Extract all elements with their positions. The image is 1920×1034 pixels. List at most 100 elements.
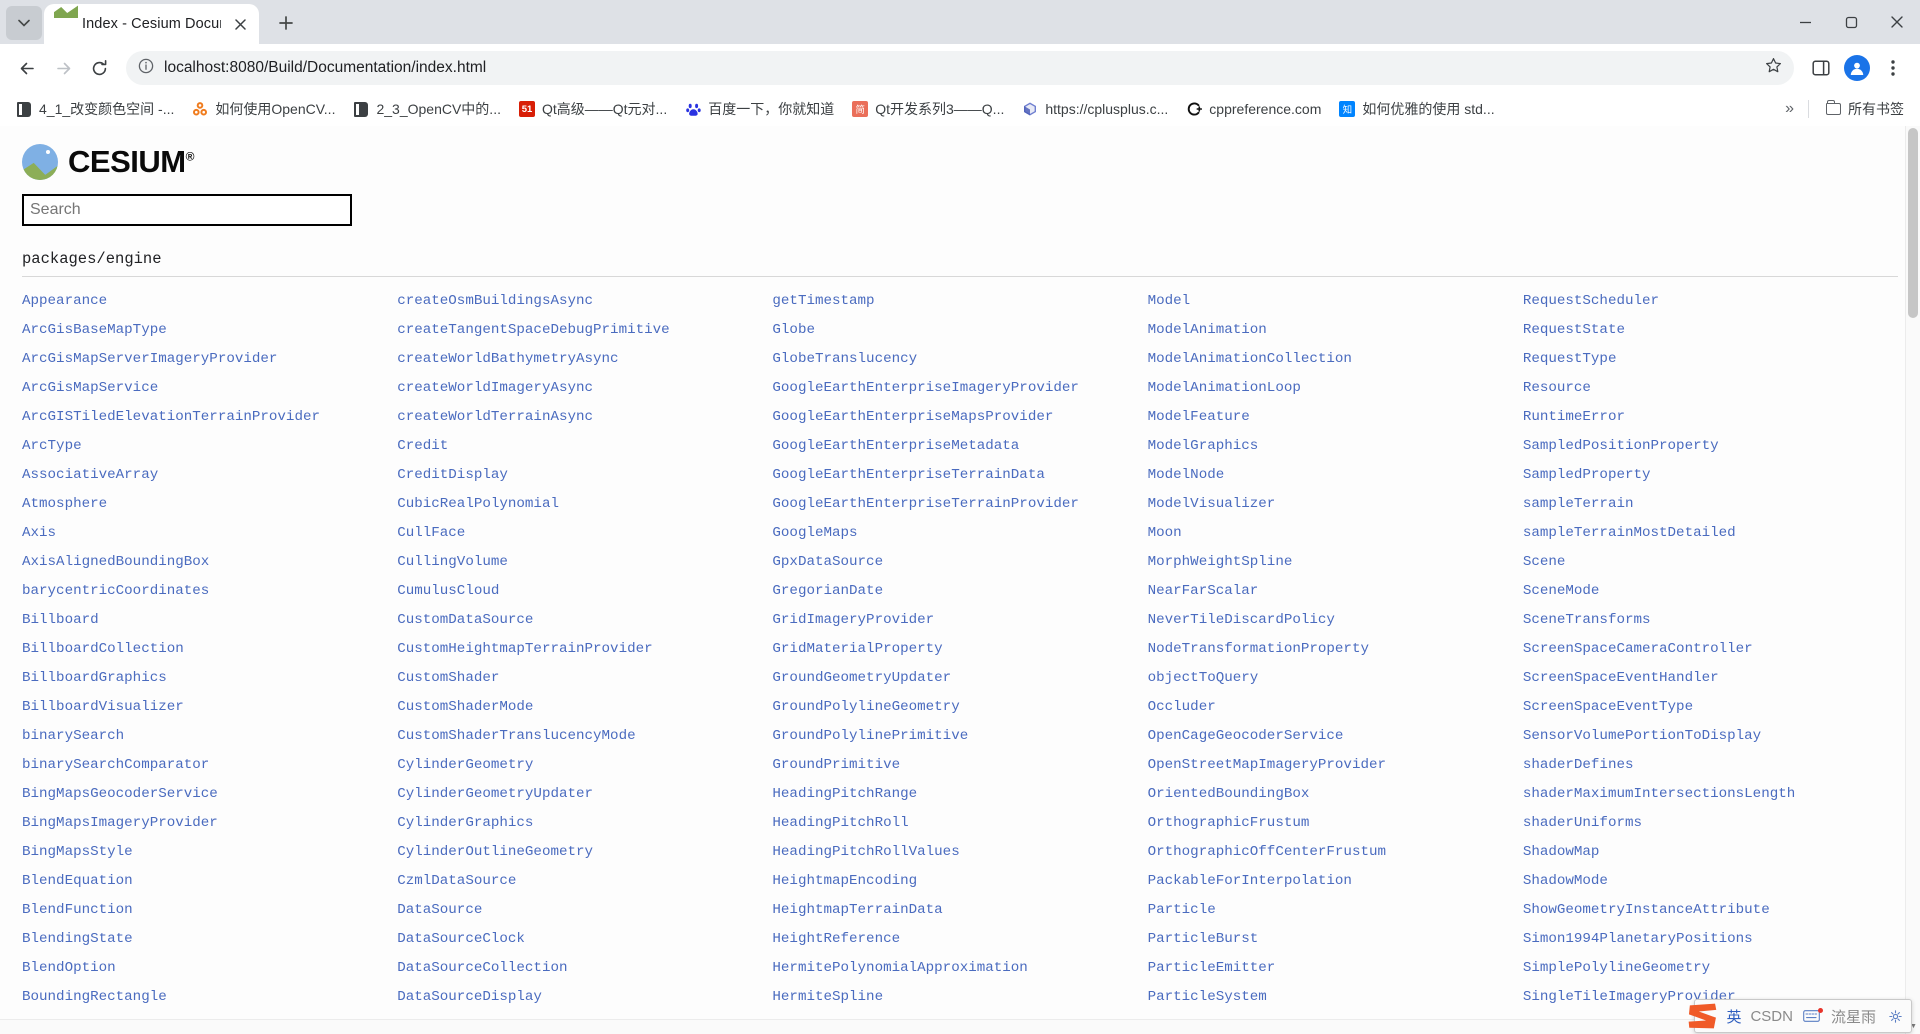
api-index-link[interactable]: SampledProperty bbox=[1523, 461, 1898, 490]
sogou-ime-toolbar[interactable]: 英 CSDN 流星雨 bbox=[1688, 999, 1912, 1033]
api-index-link[interactable]: OpenStreetMapImageryProvider bbox=[1148, 751, 1523, 780]
api-index-link[interactable]: createTangentSpaceDebugPrimitive bbox=[397, 316, 772, 345]
api-index-link[interactable]: CylinderGraphics bbox=[397, 809, 772, 838]
api-index-link[interactable]: MorphWeightSpline bbox=[1148, 548, 1523, 577]
api-index-link[interactable]: Axis bbox=[22, 519, 397, 548]
api-index-link[interactable]: SceneTransforms bbox=[1523, 606, 1898, 635]
api-index-link[interactable]: Occluder bbox=[1148, 693, 1523, 722]
api-index-link[interactable]: ScreenSpaceEventHandler bbox=[1523, 664, 1898, 693]
api-index-link[interactable]: ArcGisBaseMapType bbox=[22, 316, 397, 345]
api-index-link[interactable]: createWorldTerrainAsync bbox=[397, 403, 772, 432]
api-index-link[interactable]: ShowGeometryInstanceAttribute bbox=[1523, 896, 1898, 925]
api-index-link[interactable]: Moon bbox=[1148, 519, 1523, 548]
api-index-link[interactable]: ParticleBurst bbox=[1148, 925, 1523, 954]
api-index-link[interactable]: NodeTransformationProperty bbox=[1148, 635, 1523, 664]
api-index-link[interactable]: ScreenSpaceCameraController bbox=[1523, 635, 1898, 664]
bookmark-item[interactable]: 2_3_OpenCV中的... bbox=[345, 95, 509, 123]
ime-skin-label[interactable]: CSDN bbox=[1750, 1008, 1793, 1025]
api-index-link[interactable]: HeightReference bbox=[772, 925, 1147, 954]
profile-button[interactable] bbox=[1840, 51, 1874, 85]
api-index-link[interactable]: GroundPolylinePrimitive bbox=[772, 722, 1147, 751]
api-index-link[interactable]: HeightmapEncoding bbox=[772, 867, 1147, 896]
api-index-link[interactable]: CustomShaderTranslucencyMode bbox=[397, 722, 772, 751]
api-index-link[interactable]: ShadowMode bbox=[1523, 867, 1898, 896]
api-index-link[interactable]: objectToQuery bbox=[1148, 664, 1523, 693]
api-index-link[interactable]: sampleTerrain bbox=[1523, 490, 1898, 519]
api-index-link[interactable]: GoogleEarthEnterpriseTerrainProvider bbox=[772, 490, 1147, 519]
chrome-menu-button[interactable] bbox=[1876, 51, 1910, 85]
ime-mode-toggle[interactable]: 英 bbox=[1726, 1006, 1741, 1027]
api-index-link[interactable]: createWorldBathymetryAsync bbox=[397, 345, 772, 374]
api-index-link[interactable]: GroundPrimitive bbox=[772, 751, 1147, 780]
api-index-link[interactable]: ModelFeature bbox=[1148, 403, 1523, 432]
api-index-link[interactable]: SimplePolylineGeometry bbox=[1523, 954, 1898, 983]
api-index-link[interactable]: BingMapsGeocoderService bbox=[22, 780, 397, 809]
api-index-link[interactable]: GridImageryProvider bbox=[772, 606, 1147, 635]
api-index-link[interactable]: Appearance bbox=[22, 287, 397, 316]
api-index-link[interactable]: ParticleEmitter bbox=[1148, 954, 1523, 983]
api-index-link[interactable]: NearFarScalar bbox=[1148, 577, 1523, 606]
api-index-link[interactable]: ModelAnimationCollection bbox=[1148, 345, 1523, 374]
site-info-icon[interactable] bbox=[138, 58, 154, 79]
api-index-link[interactable]: CylinderGeometry bbox=[397, 751, 772, 780]
api-index-link[interactable]: AxisAlignedBoundingBox bbox=[22, 548, 397, 577]
api-index-link[interactable]: Simon1994PlanetaryPositions bbox=[1523, 925, 1898, 954]
api-index-link[interactable]: OrientedBoundingBox bbox=[1148, 780, 1523, 809]
api-index-link[interactable]: OpenCageGeocoderService bbox=[1148, 722, 1523, 751]
bookmarks-overflow-button[interactable]: » bbox=[1779, 96, 1800, 122]
api-index-link[interactable]: BlendOption bbox=[22, 954, 397, 983]
bookmark-item[interactable]: 百度一下，你就知道 bbox=[677, 95, 842, 123]
api-index-link[interactable]: CullFace bbox=[397, 519, 772, 548]
api-index-link[interactable]: CustomShader bbox=[397, 664, 772, 693]
vertical-scroll-thumb[interactable] bbox=[1908, 128, 1918, 318]
api-index-link[interactable]: DataSourceCollection bbox=[397, 954, 772, 983]
api-index-link[interactable]: GroundPolylineGeometry bbox=[772, 693, 1147, 722]
api-index-link[interactable]: ArcGisMapServerImageryProvider bbox=[22, 345, 397, 374]
ime-menu-icon[interactable] bbox=[1885, 1006, 1905, 1026]
api-index-link[interactable]: RuntimeError bbox=[1523, 403, 1898, 432]
api-index-link[interactable]: BillboardGraphics bbox=[22, 664, 397, 693]
api-index-link[interactable]: BlendFunction bbox=[22, 896, 397, 925]
api-index-link[interactable]: BlendingState bbox=[22, 925, 397, 954]
reload-button[interactable] bbox=[82, 51, 116, 85]
api-index-link[interactable]: ModelAnimation bbox=[1148, 316, 1523, 345]
maximize-button[interactable] bbox=[1828, 0, 1874, 44]
api-index-link[interactable]: ParticleSystem bbox=[1148, 983, 1523, 1012]
api-index-link[interactable]: ShadowMap bbox=[1523, 838, 1898, 867]
api-index-link[interactable]: NeverTileDiscardPolicy bbox=[1148, 606, 1523, 635]
api-index-link[interactable]: HermitePolynomialApproximation bbox=[772, 954, 1147, 983]
horizontal-scrollbar[interactable] bbox=[0, 1019, 1905, 1034]
api-index-link[interactable]: sampleTerrainMostDetailed bbox=[1523, 519, 1898, 548]
api-index-link[interactable]: CustomHeightmapTerrainProvider bbox=[397, 635, 772, 664]
api-index-link[interactable]: CustomDataSource bbox=[397, 606, 772, 635]
bookmark-item[interactable]: 4_1_改变颜色空间 -... bbox=[8, 95, 182, 123]
ime-keyboard-icon[interactable] bbox=[1802, 1006, 1823, 1026]
api-index-link[interactable]: SceneMode bbox=[1523, 577, 1898, 606]
api-index-link[interactable]: createOsmBuildingsAsync bbox=[397, 287, 772, 316]
api-index-link[interactable]: shaderDefines bbox=[1523, 751, 1898, 780]
api-index-link[interactable]: GoogleEarthEnterpriseImageryProvider bbox=[772, 374, 1147, 403]
api-index-link[interactable]: ArcGISTiledElevationTerrainProvider bbox=[22, 403, 397, 432]
api-index-link[interactable]: ArcGisMapService bbox=[22, 374, 397, 403]
bookmark-item[interactable]: 简 Qt开发系列3——Q... bbox=[844, 95, 1012, 123]
api-index-link[interactable]: barycentricCoordinates bbox=[22, 577, 397, 606]
side-panel-icon[interactable] bbox=[1804, 51, 1838, 85]
api-index-link[interactable]: HeadingPitchRollValues bbox=[772, 838, 1147, 867]
api-index-link[interactable]: CzmlDataSource bbox=[397, 867, 772, 896]
bookmark-item[interactable]: 51 Qt高级——Qt元对... bbox=[511, 95, 675, 123]
api-index-link[interactable]: CreditDisplay bbox=[397, 461, 772, 490]
api-index-link[interactable]: GroundGeometryUpdater bbox=[772, 664, 1147, 693]
api-index-link[interactable]: GlobeTranslucency bbox=[772, 345, 1147, 374]
api-index-link[interactable]: AssociativeArray bbox=[22, 461, 397, 490]
api-index-link[interactable]: CylinderOutlineGeometry bbox=[397, 838, 772, 867]
bookmark-item[interactable]: 知 如何优雅的使用 std... bbox=[1331, 95, 1502, 123]
api-index-link[interactable]: OrthographicFrustum bbox=[1148, 809, 1523, 838]
new-tab-button[interactable] bbox=[269, 6, 303, 40]
api-index-link[interactable]: DataSourceClock bbox=[397, 925, 772, 954]
close-tab-icon[interactable] bbox=[229, 13, 251, 35]
api-index-link[interactable]: CustomShaderMode bbox=[397, 693, 772, 722]
api-index-link[interactable]: BillboardCollection bbox=[22, 635, 397, 664]
api-index-link[interactable]: DataSourceDisplay bbox=[397, 983, 772, 1012]
api-index-link[interactable]: GridMaterialProperty bbox=[772, 635, 1147, 664]
api-index-link[interactable]: CubicRealPolynomial bbox=[397, 490, 772, 519]
